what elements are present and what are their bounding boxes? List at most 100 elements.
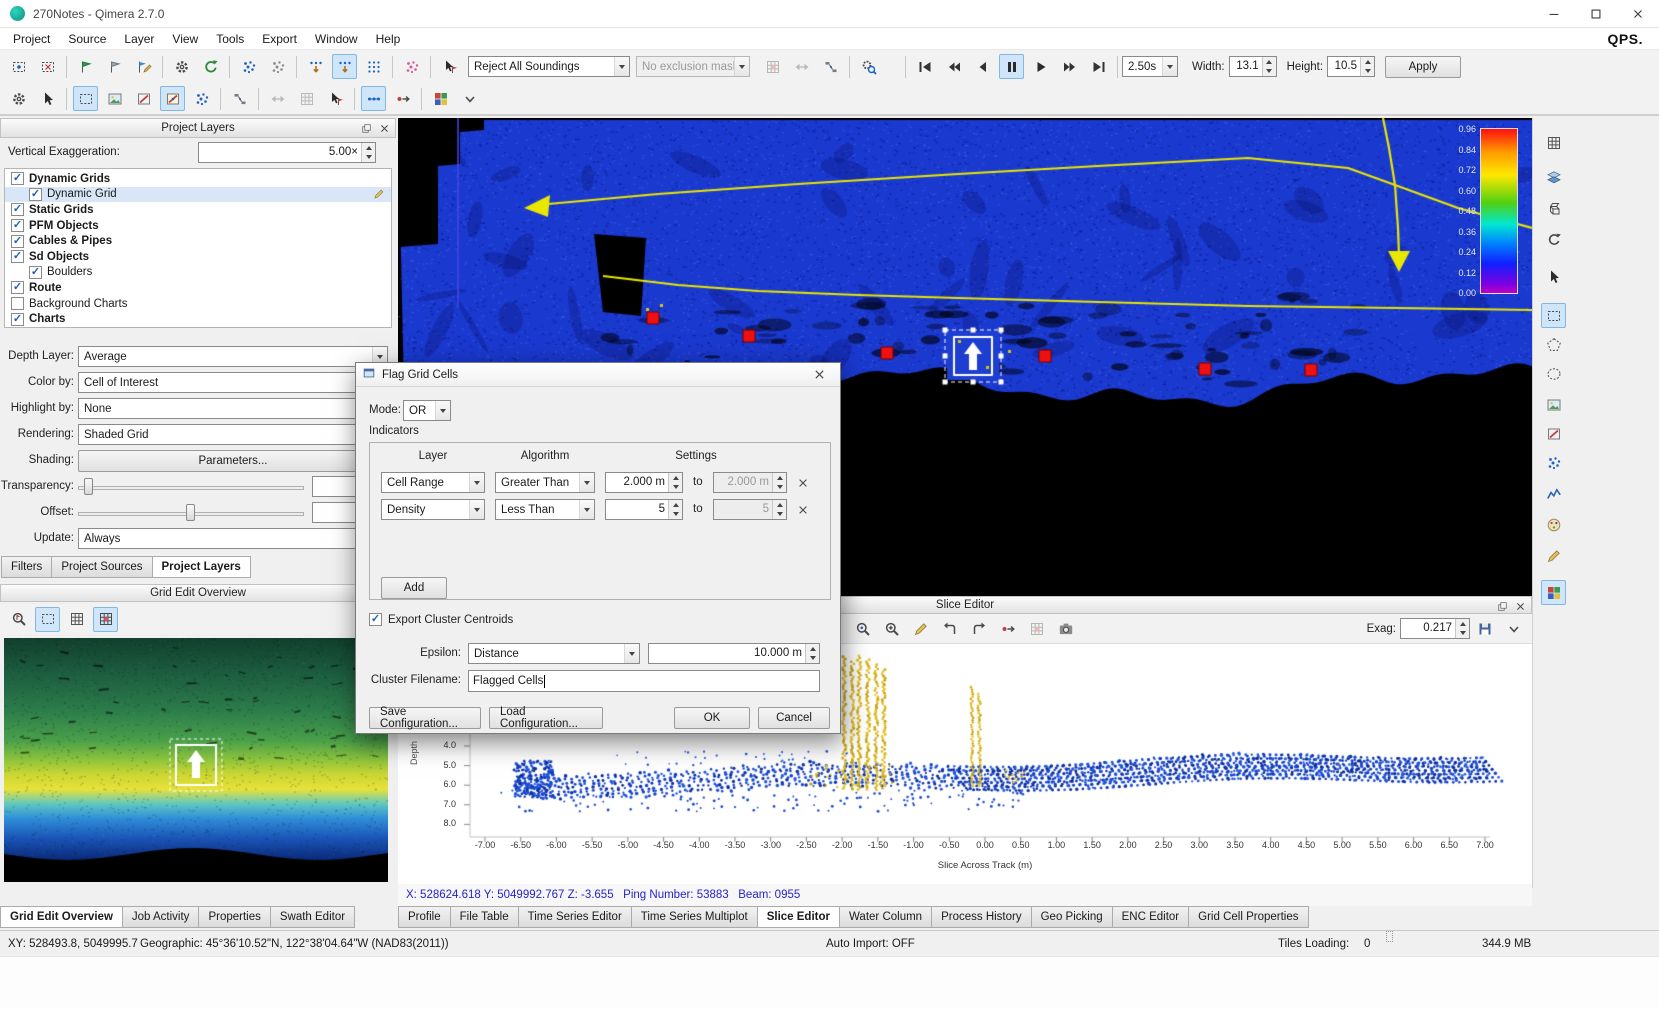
tab-job-activity[interactable]: Job Activity	[123, 906, 200, 928]
overview-select-icon[interactable]	[35, 607, 60, 632]
checkbox-checked-icon[interactable]: ✓	[11, 313, 24, 326]
tab-water-column[interactable]: Water Column	[840, 906, 932, 928]
menu-view[interactable]: View	[163, 30, 207, 48]
maximize-button[interactable]	[1575, 0, 1617, 27]
checkbox-checked-icon[interactable]: ✓	[11, 203, 24, 216]
menu-source[interactable]: Source	[59, 30, 115, 48]
dialog-title-bar[interactable]: Flag Grid Cells	[356, 363, 840, 387]
indicator-value-spin-arrows[interactable]	[668, 500, 682, 519]
height-spin[interactable]: 10.5	[1327, 56, 1375, 77]
checkbox-checked-icon[interactable]: ✓	[11, 172, 24, 185]
menu-tools[interactable]: Tools	[207, 30, 253, 48]
edit-flag-icon[interactable]	[131, 54, 156, 79]
requery-icon[interactable]	[198, 54, 223, 79]
measure-tool-icon[interactable]	[1541, 543, 1566, 568]
tab-profile[interactable]: Profile	[398, 906, 451, 928]
display-settings-icon[interactable]	[856, 54, 881, 79]
tab-enc-editor[interactable]: ENC Editor	[1113, 906, 1190, 928]
slice-tool-icon[interactable]	[131, 86, 156, 111]
minimize-button[interactable]	[1533, 0, 1575, 27]
dialog-close-button[interactable]	[804, 365, 834, 384]
mode-select[interactable]: OR	[403, 400, 451, 421]
tab-time-series-editor[interactable]: Time Series Editor	[519, 906, 632, 928]
epsilon-type-select[interactable]: Distance	[468, 643, 640, 664]
flag-pick-tool-icon[interactable]	[323, 86, 348, 111]
tab-process-history[interactable]: Process History	[932, 906, 1032, 928]
tab-grid-edit-overview[interactable]: Grid Edit Overview	[0, 906, 123, 928]
play-button[interactable]	[1028, 54, 1053, 79]
select-polygon-icon[interactable]	[1541, 332, 1566, 357]
checkbox-checked-icon[interactable]: ✓	[29, 266, 42, 279]
select-rectangle-tool-icon[interactable]	[1541, 303, 1566, 328]
cancel-button[interactable]: Cancel	[758, 707, 830, 729]
tab-grid-cell-properties[interactable]: Grid Cell Properties	[1189, 906, 1308, 928]
indicator-layer-select[interactable]: Cell Range	[381, 472, 485, 493]
tab-properties[interactable]: Properties	[199, 906, 270, 928]
height-spin-arrows[interactable]	[1360, 57, 1374, 76]
tab-filters[interactable]: Filters	[1, 556, 52, 578]
load-configuration-button[interactable]: Load Configuration...	[489, 707, 603, 729]
overview-grid-icon[interactable]	[64, 607, 89, 632]
more-options-icon[interactable]	[1501, 616, 1526, 641]
layout-grid-icon[interactable]	[1541, 130, 1566, 155]
tree-item-sd-objects[interactable]: ✓Sd Objects	[5, 249, 391, 265]
checkbox-unchecked-icon[interactable]	[11, 297, 24, 310]
jump-end-button[interactable]	[1086, 54, 1111, 79]
tree-item-charts[interactable]: ✓Charts	[5, 311, 391, 327]
overview-pan-icon[interactable]	[93, 607, 118, 632]
color-palette-icon[interactable]	[1541, 512, 1566, 537]
tree-item-static-grids[interactable]: ✓Static Grids	[5, 202, 391, 218]
exag-spin[interactable]: 0.217	[1400, 618, 1470, 639]
indicator-value-spin[interactable]: 2.000 m	[605, 472, 683, 493]
profile-view-icon[interactable]	[1541, 481, 1566, 506]
tree-item-cables-pipes[interactable]: ✓Cables & Pipes	[5, 233, 391, 249]
edit-points-icon[interactable]	[908, 616, 933, 641]
overview-header[interactable]: Grid Edit Overview	[0, 584, 396, 602]
shading-icon[interactable]	[1541, 165, 1566, 190]
overview-canvas[interactable]	[4, 638, 388, 882]
select-rectangle-icon[interactable]	[6, 54, 31, 79]
deselect-rectangle-icon[interactable]	[35, 54, 60, 79]
pointer-icon[interactable]	[1541, 264, 1566, 289]
epsilon-amount-spin-arrows[interactable]	[805, 644, 819, 663]
accept-below-line-icon[interactable]	[303, 54, 328, 79]
tab-time-series-multiplot[interactable]: Time Series Multiplot	[632, 906, 758, 928]
close-panel-icon[interactable]	[377, 121, 392, 135]
pointer-tool-icon[interactable]	[35, 86, 60, 111]
reject-mode-select[interactable]: Reject All Soundings	[468, 56, 630, 77]
reject-below-line-icon[interactable]	[332, 54, 357, 79]
view-3d-icon[interactable]	[1541, 196, 1566, 221]
checkbox-checked-icon[interactable]: ✓	[11, 235, 24, 248]
cluster-filename-input[interactable]: Flagged Cells	[468, 670, 820, 692]
time-window-select[interactable]: 2.50s	[1122, 56, 1178, 77]
apply-button[interactable]: Apply	[1385, 56, 1461, 78]
update-select[interactable]: Always	[78, 528, 388, 549]
indicator-value2-spin-arrows[interactable]	[772, 473, 786, 492]
tab-project-sources[interactable]: Project Sources	[52, 556, 152, 578]
offset-slider[interactable]	[186, 504, 195, 521]
zoom-area-icon[interactable]	[879, 616, 904, 641]
width-spin-arrows[interactable]	[1262, 57, 1276, 76]
checkbox-checked-icon[interactable]: ✓	[29, 188, 42, 201]
vertical-exaggeration-spin[interactable]: 5.00×	[198, 142, 376, 163]
colormap-select-icon[interactable]	[428, 86, 453, 111]
color-by-select[interactable]: Cell of Interest	[78, 372, 388, 393]
transparency-slider[interactable]	[84, 478, 93, 495]
float-panel-icon[interactable]	[1495, 599, 1510, 613]
indicator-value2-spin-arrows[interactable]	[772, 500, 786, 519]
transparency-slider-track[interactable]	[78, 486, 304, 490]
pick-flag-icon[interactable]	[437, 54, 462, 79]
fast-rewind-button[interactable]	[941, 54, 966, 79]
depth-layer-select[interactable]: Average	[78, 346, 388, 367]
rotate-ccw-icon[interactable]	[937, 616, 962, 641]
indicator-algorithm-select[interactable]: Less Than	[495, 499, 595, 520]
indicator-algorithm-select[interactable]: Greater Than	[495, 472, 595, 493]
tab-geo-picking[interactable]: Geo Picking	[1032, 906, 1113, 928]
plotted-points-icon[interactable]	[399, 54, 424, 79]
tab-slice-editor[interactable]: Slice Editor	[758, 906, 840, 928]
filter-settings-icon[interactable]	[169, 54, 194, 79]
project-layers-header[interactable]: Project Layers	[0, 118, 396, 138]
swath-filter-icon[interactable]	[818, 54, 843, 79]
checkbox-checked-icon[interactable]: ✓	[11, 281, 24, 294]
tree-item-boulders[interactable]: ✓Boulders	[5, 265, 391, 281]
